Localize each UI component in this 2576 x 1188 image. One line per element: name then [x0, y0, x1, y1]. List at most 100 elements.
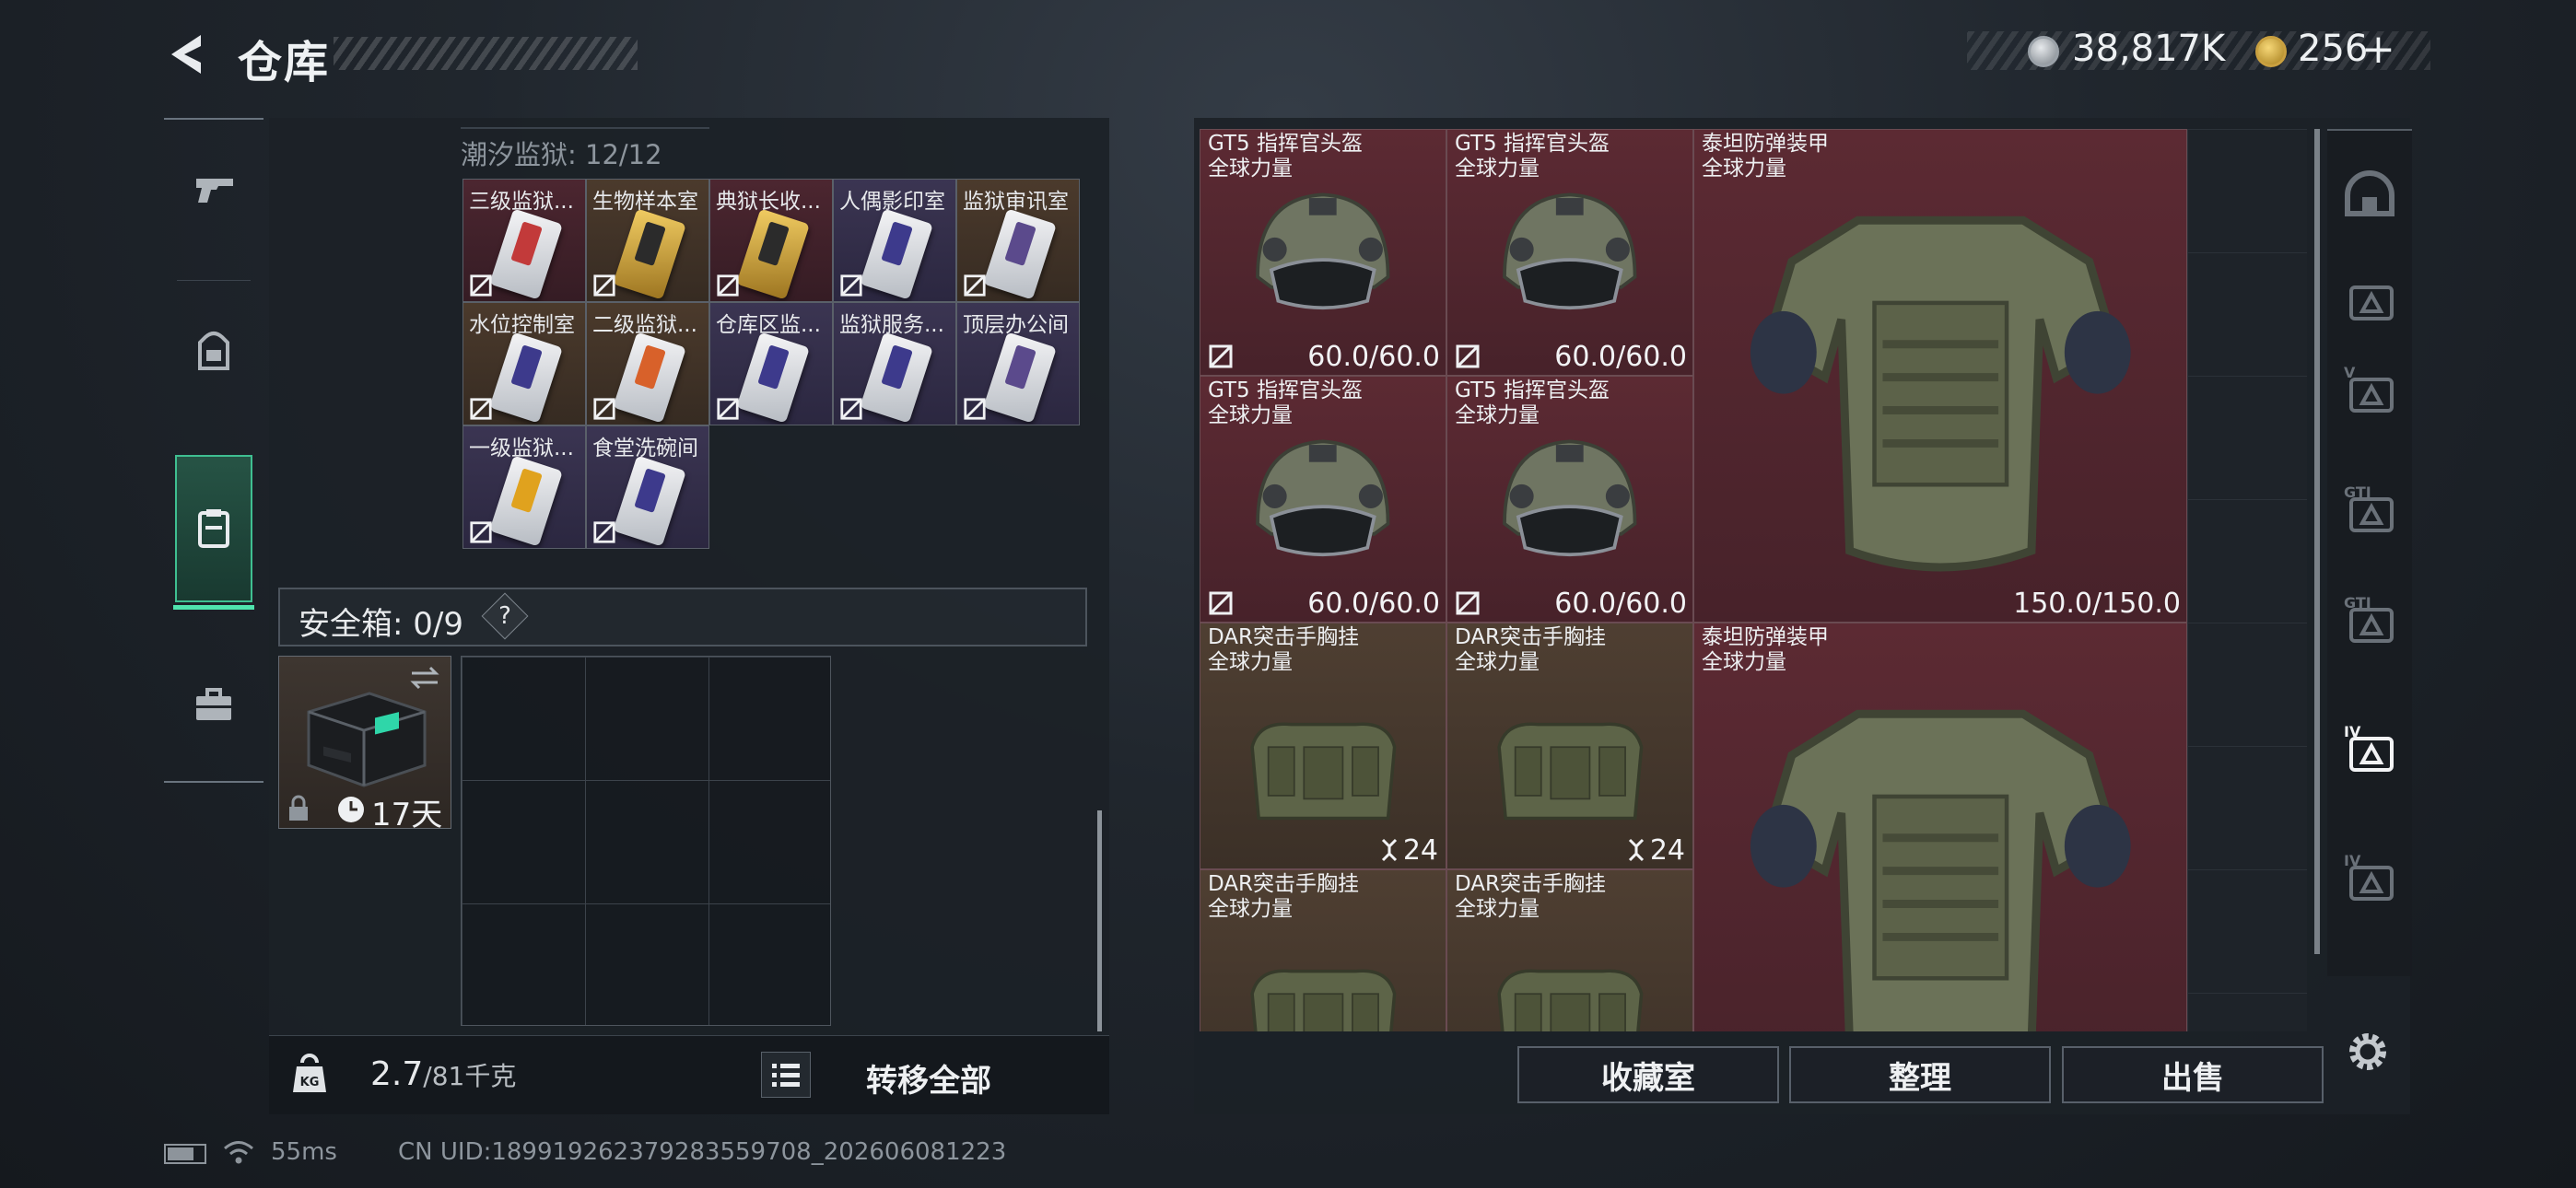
nav-containers[interactable] [173, 455, 254, 610]
keycard-label: 生物样本室 [592, 190, 698, 214]
keycard-item[interactable]: 人偶影印室 [833, 179, 956, 302]
sort-button[interactable]: 整理 [1789, 1046, 2051, 1103]
item-title: GT5 指挥官头盔 [1208, 132, 1363, 156]
all-items-icon[interactable] [2340, 168, 2399, 227]
no-insure-icon [964, 274, 986, 297]
sell-button[interactable]: 出售 [2062, 1046, 2324, 1103]
keycard-item[interactable]: 一级监狱... [463, 425, 586, 549]
vault-button[interactable]: 收藏室 [1517, 1046, 1779, 1103]
add-currency-button[interactable]: + [2361, 26, 2395, 73]
list-icon [772, 1064, 800, 1087]
page-title: 仓库 [238, 37, 331, 88]
item-name: GT5 指挥官头盔 全球力量 [1208, 379, 1363, 428]
list-view-button[interactable] [761, 1052, 811, 1098]
keycard-label: 监狱审讯室 [963, 190, 1069, 214]
item-title: GT5 指挥官头盔 [1208, 379, 1363, 402]
filter-tier-label: IV [2344, 852, 2361, 869]
no-insure-icon [470, 274, 492, 297]
transfer-all-button[interactable]: 转移全部 [866, 1055, 991, 1101]
warehouse-item[interactable]: DAR突击手胸挂 全球力量 [1200, 869, 1446, 1031]
warehouse-item[interactable]: DAR突击手胸挂 全球力量 24 [1446, 623, 1693, 869]
safe-box-label: 安全箱: 0/9 [299, 606, 463, 643]
item-durability: 60.0/60.0 [1554, 341, 1687, 373]
battery-icon [164, 1144, 206, 1164]
keycard-label: 食堂洗碗间 [592, 437, 698, 460]
keycard-label: 顶层办公间 [963, 313, 1069, 337]
no-insure-icon [470, 521, 492, 543]
filter-icon-6[interactable]: IV [2340, 849, 2399, 908]
filter-icon-5[interactable]: IV [2340, 720, 2399, 779]
warehouse-item[interactable]: 泰坦防弹装甲 全球力量 [1693, 623, 2187, 1031]
warehouse-item[interactable]: DAR突击手胸挂 全球力量 24 [1200, 623, 1446, 869]
keycard-item[interactable]: 监狱服务... [833, 302, 956, 425]
nav-supplies[interactable] [164, 635, 263, 774]
warehouse-item[interactable]: 泰坦防弹装甲 全球力量 150.0/150.0 [1693, 129, 2187, 623]
item-faction: 全球力量 [1455, 650, 1540, 674]
keycard-item[interactable]: 监狱审讯室 [956, 179, 1080, 302]
warehouse-item[interactable]: GT5 指挥官头盔 全球力量 60.0/60.0 [1200, 129, 1446, 376]
keycard-label: 监狱服务... [839, 313, 944, 337]
keycard-item[interactable]: 典狱长收... [709, 179, 833, 302]
helmet-image [1256, 439, 1390, 556]
keycard-image [983, 332, 1057, 424]
item-title: GT5 指挥官头盔 [1455, 132, 1610, 156]
keycard-item[interactable]: 食堂洗碗间 [586, 425, 709, 549]
keycard-item[interactable]: 二级监狱... [586, 302, 709, 425]
scrollbar[interactable] [1097, 810, 1102, 1031]
briefcase-icon [196, 688, 231, 720]
warehouse-item[interactable]: GT5 指挥官头盔 全球力量 60.0/60.0 [1200, 376, 1446, 623]
item-filter-nav: V GTI GTI IV IV [2327, 129, 2412, 976]
item-name: GT5 指挥官头盔 全球力量 [1455, 379, 1610, 428]
settings-gear-icon[interactable] [2342, 1026, 2394, 1077]
keycard-item[interactable]: 水位控制室 [463, 302, 586, 425]
keycard-label: 三级监狱... [469, 190, 574, 214]
currency-bar: 38,817K 256 + [1967, 26, 2430, 73]
filter-icon-2[interactable]: V [2340, 361, 2399, 420]
clock-icon [338, 797, 364, 822]
warehouse-item[interactable]: GT5 指挥官头盔 全球力量 60.0/60.0 [1446, 129, 1693, 376]
body-armor-image [1750, 709, 2131, 1031]
item-title: DAR突击手胸挂 [1208, 625, 1360, 649]
filter-icon-1[interactable] [2340, 269, 2399, 328]
no-insure-icon [1456, 344, 1480, 368]
item-title: 泰坦防弹装甲 [1702, 625, 1829, 649]
keycard-image [613, 455, 686, 547]
pistol-icon [196, 179, 233, 203]
item-faction: 全球力量 [1455, 897, 1540, 921]
safe-box-item[interactable]: 17天 [278, 656, 451, 833]
item-durability: 60.0/60.0 [1307, 588, 1440, 620]
backpack-icon [198, 332, 229, 370]
item-title: DAR突击手胸挂 [1455, 872, 1607, 896]
keycard-image [489, 332, 563, 424]
divider [461, 127, 709, 129]
weight-value: 2.7/81千克 [370, 1055, 516, 1093]
chest-rig-image [1249, 722, 1397, 821]
item-name: DAR突击手胸挂 全球力量 [1455, 872, 1606, 922]
keycard-item[interactable]: 仓库区监... [709, 302, 833, 425]
warehouse-item[interactable]: GT5 指挥官头盔 全球力量 60.0/60.0 [1446, 376, 1693, 623]
item-name: DAR突击手胸挂 全球力量 [1455, 625, 1606, 675]
no-insure-icon [593, 398, 615, 420]
chest-rig-image [1496, 722, 1644, 821]
filter-icon-3[interactable]: GTI [2340, 481, 2399, 540]
safe-box-grid [461, 656, 831, 1026]
keycard-item[interactable]: 顶层办公间 [956, 302, 1080, 425]
keycard-image [613, 332, 686, 424]
keycard-label: 典狱长收... [716, 190, 821, 214]
no-insure-icon [717, 274, 739, 297]
keycard-item[interactable]: 三级监狱... [463, 179, 586, 302]
nav-gear[interactable] [164, 282, 263, 420]
nav-weapons[interactable] [164, 120, 263, 258]
weight-current: 2.7 [370, 1055, 424, 1093]
gold-balance: 256 [2298, 28, 2369, 70]
item-capacity: 24 [1626, 834, 1685, 867]
filter-icon-4[interactable]: GTI [2340, 591, 2399, 650]
keycard-image [613, 208, 686, 300]
warehouse-item[interactable]: DAR突击手胸挂 全球力量 [1446, 869, 1693, 1031]
no-insure-icon [717, 398, 739, 420]
keycard-image [736, 208, 810, 300]
back-arrow-icon[interactable] [164, 31, 210, 77]
item-faction: 全球力量 [1208, 157, 1293, 181]
scrollbar[interactable] [2314, 129, 2320, 954]
keycard-item[interactable]: 生物样本室 [586, 179, 709, 302]
